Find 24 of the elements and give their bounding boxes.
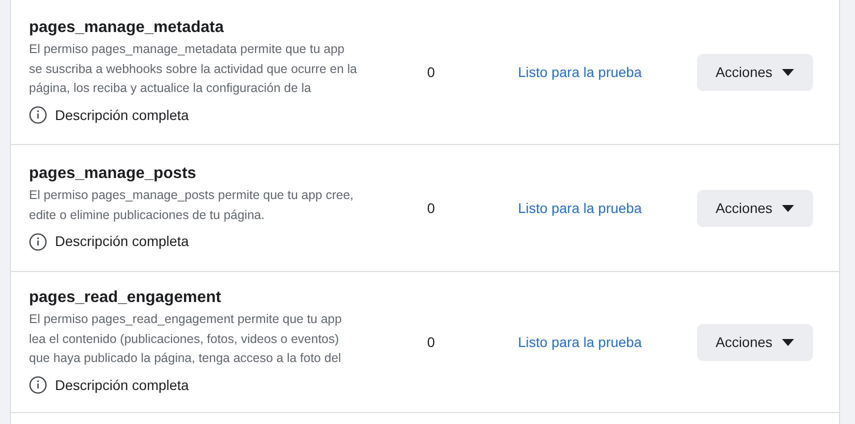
- status-link[interactable]: Listo para la prueba: [518, 62, 697, 82]
- info-icon: [29, 232, 47, 250]
- permission-name: pages_manage_posts: [29, 164, 198, 184]
- full-description-link[interactable]: Descripción completa: [55, 104, 189, 126]
- actions-button[interactable]: Acciones: [697, 54, 813, 90]
- status-link[interactable]: Listo para la prueba: [518, 332, 697, 352]
- info-icon: [29, 106, 47, 124]
- count-value: 0: [426, 332, 436, 352]
- caret-icon: [782, 204, 794, 212]
- actions-button[interactable]: Acciones: [697, 324, 813, 360]
- count-value: 0: [426, 198, 436, 218]
- permission-name: pages_read_engagement: [29, 288, 222, 308]
- actions-button[interactable]: Acciones: [697, 190, 813, 226]
- permission-description: El permiso pages_read_engagement permite que tu app lea el contenido (publicaciones, fotos, videos o eventos) que haya publicado la página, tenga acceso a la foto del: [29, 311, 343, 368]
- full-description-link[interactable]: Descripción completa: [55, 374, 189, 396]
- caret-icon: [782, 338, 794, 346]
- full-description-link[interactable]: Descripción completa: [55, 231, 189, 252]
- permission-name: pages_manage_metadata: [29, 18, 225, 38]
- caret-icon: [782, 68, 794, 76]
- permission-description: El permiso pages_manage_metadata permite que tu app se suscriba a webhooks sobre la actividad que ocurre en la página, los reciba y actualice la configuración de la: [29, 41, 358, 98]
- count-value: 0: [426, 62, 436, 82]
- info-icon: [29, 376, 47, 394]
- permission-description: El permiso pages_manage_posts permite que tu app cree, edite o elimine publicaciones de tu página.: [29, 187, 354, 224]
- status-link[interactable]: Listo para la prueba: [518, 198, 697, 218]
